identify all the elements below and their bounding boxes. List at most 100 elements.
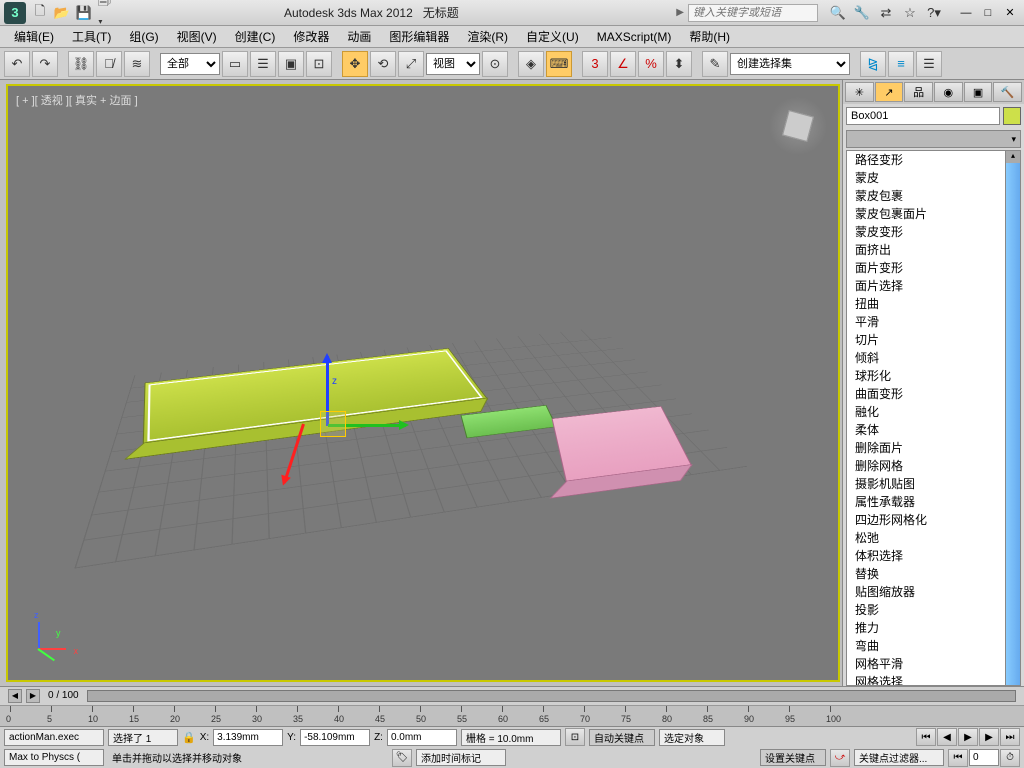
modifier-item[interactable]: 删除网格 (847, 457, 1020, 475)
play-button[interactable]: ▶ (958, 728, 978, 746)
current-frame-input[interactable] (969, 749, 999, 766)
layers-button[interactable]: ☰ (916, 51, 942, 77)
help-icon[interactable]: ?▾ (926, 5, 942, 21)
modifier-item[interactable]: 松弛 (847, 529, 1020, 547)
modifier-item[interactable]: 柔体 (847, 421, 1020, 439)
object-name-field[interactable] (846, 107, 1000, 125)
modifier-item[interactable]: 球形化 (847, 367, 1020, 385)
time-slider-right[interactable]: ▶ (26, 689, 40, 703)
key-icon[interactable]: 🔧 (854, 5, 870, 21)
modifier-item[interactable]: 切片 (847, 331, 1020, 349)
next-frame-button[interactable]: ▶ (979, 728, 999, 746)
time-slider-left[interactable]: ◀ (8, 689, 22, 703)
select-scale-button[interactable]: ⤢ (398, 51, 424, 77)
isolate-button[interactable]: ⊡ (565, 728, 585, 746)
select-rotate-button[interactable]: ⟲ (370, 51, 396, 77)
maximize-button[interactable]: □ (978, 5, 998, 21)
selection-filter[interactable]: 全部 (160, 53, 220, 75)
new-icon[interactable]: 🗋 (32, 5, 48, 21)
lock-icon[interactable]: 🔒 (182, 731, 196, 744)
exchange-icon[interactable]: ⇄ (878, 5, 894, 21)
add-time-tag[interactable]: 添加时间标记 (416, 749, 506, 766)
modifier-item[interactable]: 面片变形 (847, 259, 1020, 277)
spinner-snap-button[interactable]: ⬍ (666, 51, 692, 77)
menu-views[interactable]: 视图(V) (169, 26, 225, 47)
favorite-icon[interactable]: ☆ (902, 5, 918, 21)
modifier-item[interactable]: 面挤出 (847, 241, 1020, 259)
goto-end-button[interactable]: ⏭ (1000, 728, 1020, 746)
time-config-button[interactable]: ⏱ (1000, 749, 1020, 767)
set-key-button[interactable]: 设置关键点 (760, 749, 826, 766)
modifier-list[interactable]: 路径变形蒙皮蒙皮包裹蒙皮包裹面片蒙皮变形面挤出面片变形面片选择扭曲平滑切片倾斜球… (846, 150, 1021, 686)
menu-customize[interactable]: 自定义(U) (518, 26, 587, 47)
modifier-item[interactable]: 投影 (847, 601, 1020, 619)
modifier-item[interactable]: 推力 (847, 619, 1020, 637)
select-by-name-button[interactable]: ☰ (250, 51, 276, 77)
modifier-item[interactable]: 删除面片 (847, 439, 1020, 457)
modifier-item[interactable]: 曲面变形 (847, 385, 1020, 403)
select-region-button[interactable]: ▣ (278, 51, 304, 77)
viewcube[interactable] (768, 96, 828, 156)
modifier-item[interactable]: 平滑 (847, 313, 1020, 331)
coord-z-input[interactable] (387, 729, 457, 746)
unlink-button[interactable]: ⛓̸ (96, 51, 122, 77)
search-input[interactable] (688, 4, 818, 22)
select-manipulate-button[interactable]: ◈ (518, 51, 544, 77)
menu-modifiers[interactable]: 修改器 (285, 26, 337, 47)
menu-help[interactable]: 帮助(H) (681, 26, 738, 47)
modifier-item[interactable]: 摄影机贴图 (847, 475, 1020, 493)
link-button[interactable]: ⛓ (68, 51, 94, 77)
modifier-item[interactable]: 四边形网格化 (847, 511, 1020, 529)
modifier-item[interactable]: 倾斜 (847, 349, 1020, 367)
modifier-item[interactable]: 融化 (847, 403, 1020, 421)
menu-animation[interactable]: 动画 (339, 26, 379, 47)
tab-modify[interactable]: ↗ (875, 82, 904, 102)
coord-y-input[interactable] (300, 729, 370, 746)
modifier-item[interactable]: 属性承载器 (847, 493, 1020, 511)
modifier-item[interactable]: 蒙皮包裹面片 (847, 205, 1020, 223)
auto-key-button[interactable]: 自动关键点 (589, 729, 655, 746)
window-crossing-button[interactable]: ⊡ (306, 51, 332, 77)
tab-display[interactable]: ▣ (964, 82, 993, 102)
use-pivot-button[interactable]: ⊙ (482, 51, 508, 77)
menu-rendering[interactable]: 渲染(R) (459, 26, 516, 47)
select-object-button[interactable]: ▭ (222, 51, 248, 77)
menu-create[interactable]: 创建(C) (227, 26, 284, 47)
tab-utilities[interactable]: 🔨 (993, 82, 1022, 102)
percent-snap-button[interactable]: % (638, 51, 664, 77)
edit-named-sel-button[interactable]: ✎ (702, 51, 728, 77)
redo-button[interactable]: ↷ (32, 51, 58, 77)
menu-maxscript[interactable]: MAXScript(M) (589, 28, 680, 46)
named-selection-set[interactable]: 创建选择集 (730, 53, 850, 75)
key-filters-button[interactable]: 关键点过滤器... (854, 749, 944, 766)
tab-create[interactable]: ✳ (845, 82, 874, 102)
save-icon[interactable]: 💾 (76, 5, 92, 21)
keyboard-shortcut-button[interactable]: ⌨ (546, 51, 572, 77)
key-target[interactable]: 选定对象 (659, 729, 725, 746)
tab-motion[interactable]: ◉ (934, 82, 963, 102)
modifier-item[interactable]: 替换 (847, 565, 1020, 583)
modifier-scrollbar[interactable]: ▴ (1005, 151, 1020, 685)
undo-dropdown-icon[interactable]: 🗐▾ (98, 5, 114, 21)
modifier-item[interactable]: 扭曲 (847, 295, 1020, 313)
menu-graph-editors[interactable]: 图形编辑器 (381, 26, 457, 47)
ref-coord-system[interactable]: 视图 (426, 53, 480, 75)
object-color-swatch[interactable] (1003, 107, 1021, 125)
minimize-button[interactable]: — (956, 5, 976, 21)
select-move-button[interactable]: ✥ (342, 51, 368, 77)
time-slider-track[interactable] (87, 690, 1016, 702)
angle-snap-button[interactable]: ∠ (610, 51, 636, 77)
open-icon[interactable]: 📂 (54, 5, 70, 21)
tab-hierarchy[interactable]: 品 (904, 82, 933, 102)
modifier-item[interactable]: 弯曲 (847, 637, 1020, 655)
modifier-item[interactable]: 贴图缩放器 (847, 583, 1020, 601)
snap-toggle-button[interactable]: 3 (582, 51, 608, 77)
align-button[interactable]: ≡ (888, 51, 914, 77)
modifier-item[interactable]: 体积选择 (847, 547, 1020, 565)
modifier-item[interactable]: 网格选择 (847, 673, 1020, 686)
coord-x-input[interactable] (213, 729, 283, 746)
time-tag-button[interactable]: 🏷 (392, 749, 412, 767)
key-mode-icon[interactable]: ⤻ (830, 749, 850, 767)
modifier-item[interactable]: 蒙皮包裹 (847, 187, 1020, 205)
mirror-button[interactable]: ⧎ (860, 51, 886, 77)
